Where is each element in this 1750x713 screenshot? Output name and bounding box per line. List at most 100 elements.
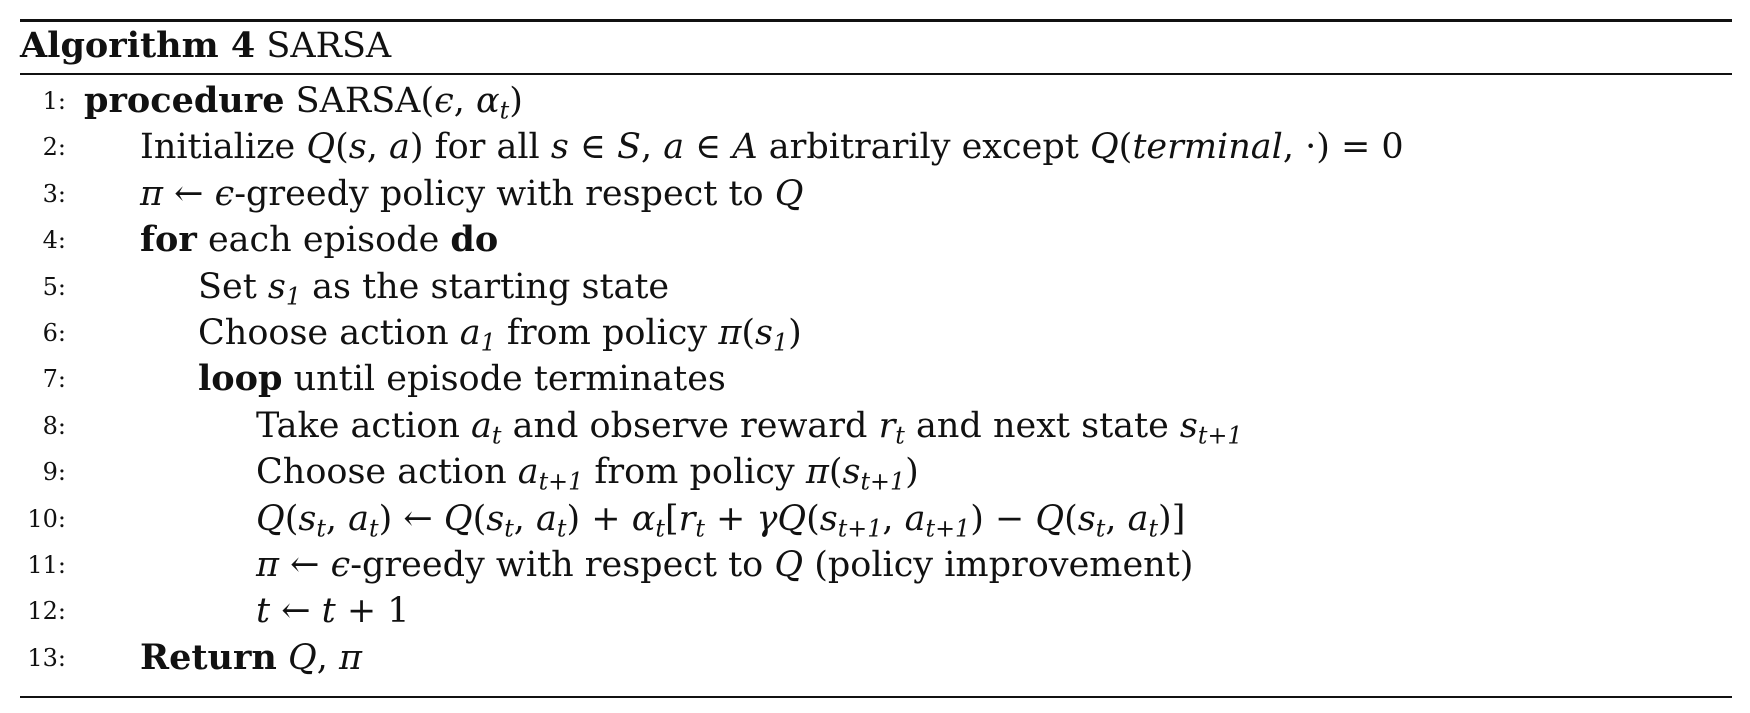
keyword: loop <box>198 358 283 400</box>
text-segment: Choose action <box>256 452 518 493</box>
math-symbol: s <box>267 266 286 307</box>
math-symbol: a <box>459 313 481 353</box>
algorithm-title: SARSA <box>266 26 392 66</box>
line-text: Initialize Q(s, a) for all s ∈ S, a ∈ A … <box>140 124 1404 170</box>
subscript: t <box>695 514 705 543</box>
text-segment: ) <box>509 81 523 121</box>
keyword: procedure <box>84 80 285 121</box>
subscript: t <box>316 514 326 543</box>
line-number: 7: <box>42 365 66 394</box>
keyword: for <box>140 219 197 261</box>
text-segment: ( <box>1064 498 1078 539</box>
subscript: t <box>1148 514 1159 543</box>
text-segment: ( <box>1118 127 1133 168</box>
math-symbol: π <box>338 637 362 678</box>
line-text: Return Q, π <box>140 635 362 681</box>
text-segment: , <box>1105 498 1128 539</box>
line-number: 11: <box>27 551 66 579</box>
text-segment: as the starting state <box>301 266 670 307</box>
subscript: t+1 <box>1197 421 1243 450</box>
algorithm-label: Algorithm 4 <box>20 25 256 66</box>
math-symbol: Q <box>256 498 285 539</box>
math-symbol: Q <box>774 173 804 214</box>
text-segment: ) <box>788 313 802 353</box>
subscript: t <box>655 514 665 543</box>
subscript: t <box>369 514 379 543</box>
text-segment: Choose action <box>198 313 460 353</box>
subscript: t+1 <box>837 514 883 543</box>
subscript: 1 <box>285 282 301 311</box>
text-segment: ← <box>270 591 322 632</box>
math-symbol: s <box>842 452 861 493</box>
text-segment: from policy <box>583 452 806 493</box>
text-segment: ) − <box>970 498 1036 539</box>
text-segment: ∈ <box>684 127 733 168</box>
math-symbol: terminal <box>1132 127 1283 168</box>
math-symbol: s <box>754 313 773 353</box>
text-segment: , <box>325 498 349 539</box>
math-symbol: a <box>536 498 557 539</box>
math-symbol: Q <box>288 637 317 678</box>
text-segment: + 1 <box>335 591 410 632</box>
text-segment <box>277 638 288 678</box>
text-segment: ∈ <box>568 127 618 168</box>
text-segment: until episode terminates <box>282 359 726 400</box>
text-segment: ) <box>905 452 919 493</box>
math-symbol: Q <box>443 498 473 539</box>
keyword: Return <box>140 636 277 678</box>
line-text: Q(st, at) ← Q(st, at) + αt[rt + γQ(st+1,… <box>256 496 1185 542</box>
text-segment: arbitrarily except <box>757 127 1090 168</box>
math-symbol: α <box>475 81 500 121</box>
math-symbol: Q <box>306 127 336 168</box>
text-segment: , <box>453 81 476 121</box>
line-text: Choose action a1 from policy π(s1) <box>198 310 802 356</box>
math-symbol: γQ <box>756 498 807 539</box>
line-text: Take action at and observe reward rt and… <box>256 403 1243 449</box>
line-number: 9: <box>42 458 66 487</box>
math-symbol: s <box>486 498 505 539</box>
subscript: 1 <box>480 328 496 357</box>
text-segment: ( <box>472 498 487 539</box>
math-symbol: S <box>617 127 641 168</box>
caption-rule <box>20 73 1732 75</box>
text-segment: ← <box>163 173 215 214</box>
math-symbol: π <box>140 173 164 214</box>
text-segment: ) for all <box>409 127 551 168</box>
text-segment: -greedy policy with respect to <box>234 173 775 214</box>
line-text: procedure SARSA(ϵ, αt) <box>84 78 523 124</box>
text-segment: Set <box>198 266 268 307</box>
text-segment: ( <box>806 498 820 539</box>
text-segment: ( <box>335 127 349 168</box>
line-number: 5: <box>42 272 66 301</box>
text-segment: , <box>882 498 905 539</box>
line-text: for each episode do <box>140 217 498 263</box>
math-symbol: a <box>471 405 492 446</box>
text-segment: ) ← <box>378 498 444 539</box>
text-segment: and next state <box>904 405 1180 446</box>
math-symbol: s <box>298 498 317 539</box>
text-segment: Initialize <box>140 127 307 168</box>
line-text: loop until episode terminates <box>198 356 726 402</box>
text-segment: , <box>641 127 664 168</box>
line-number: 2: <box>42 133 66 162</box>
text-segment: )] <box>1158 498 1186 539</box>
subscript: 1 <box>772 328 789 357</box>
math-symbol: s <box>1179 405 1198 446</box>
line-text: Set s1 as the starting state <box>198 264 669 310</box>
math-symbol: s <box>550 127 569 168</box>
text-segment: , ·) = 0 <box>1282 127 1404 168</box>
math-symbol: α <box>631 498 656 539</box>
math-symbol: π <box>256 545 280 585</box>
math-symbol: t <box>321 591 336 632</box>
line-number: 12: <box>27 597 66 626</box>
subscript: t+1 <box>860 467 906 496</box>
subscript: t <box>504 514 514 543</box>
math-symbol: π <box>805 452 829 493</box>
subscript: t+1 <box>538 467 584 496</box>
subscript: t <box>895 421 905 450</box>
text-segment: Take action <box>256 405 472 446</box>
math-symbol: A <box>732 127 758 168</box>
math-symbol: Q <box>1035 498 1065 539</box>
math-symbol: Q <box>774 545 804 585</box>
math-symbol: s <box>819 498 838 539</box>
